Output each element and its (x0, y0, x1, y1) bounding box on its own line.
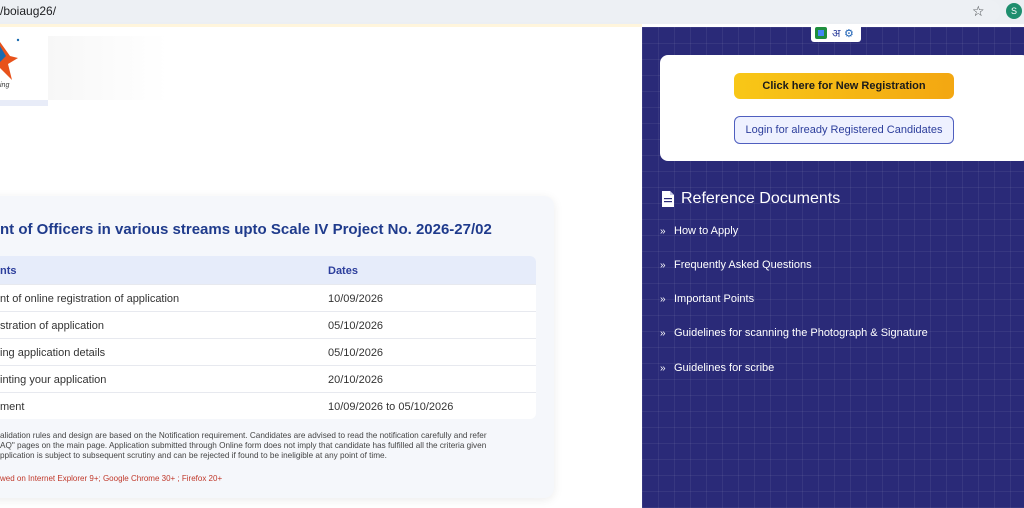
browser-compatibility-note: wed on Internet Explorer 9+; Google Chro… (0, 474, 223, 483)
event-cell: inting your application (0, 374, 107, 386)
table-row: nt of online registration of application… (0, 284, 536, 311)
ref-link-how-to-apply[interactable]: » How to Apply (660, 225, 738, 237)
disclaimer-note: alidation rules and design are based on … (0, 431, 540, 462)
url-field[interactable]: /boiaug26/ (0, 0, 1000, 22)
note-line: AQ" pages on the main page. Application … (0, 441, 487, 451)
event-cell: ing application details (0, 347, 106, 359)
reference-documents-heading: Reference Documents (681, 190, 841, 207)
bank-logo-icon (0, 38, 20, 80)
logo-tagline: ing (0, 82, 10, 89)
date-cell: 20/10/2026 (328, 374, 384, 386)
url-text: /boiaug26/ (0, 4, 57, 18)
bookmark-star-icon[interactable]: ☆ (972, 3, 985, 20)
page-title: nt of Officers in various streams upto S… (0, 221, 492, 238)
ref-link-faq[interactable]: » Frequently Asked Questions (660, 259, 812, 271)
ref-link-important-points[interactable]: » Important Points (660, 293, 754, 305)
ref-link-label: Frequently Asked Questions (674, 259, 812, 271)
event-cell: nt of online registration of application (0, 293, 180, 305)
ref-link-label: How to Apply (674, 225, 739, 237)
date-cell: 05/10/2026 (328, 320, 384, 332)
header-strip (0, 24, 642, 27)
chevron-double-right-icon: » (660, 226, 666, 237)
table-row: stration of application 05/10/2026 (0, 311, 536, 338)
date-cell: 05/10/2026 (328, 347, 384, 359)
ref-link-scanning-guidelines[interactable]: » Guidelines for scanning the Photograph … (660, 327, 928, 339)
table-header: nts Dates (0, 256, 536, 284)
hindi-language-toggle[interactable]: अ (832, 27, 840, 41)
chevron-double-right-icon: » (660, 363, 666, 374)
new-registration-button[interactable]: Click here for New Registration (734, 73, 954, 99)
document-icon (662, 191, 674, 207)
note-line: alidation rules and design are based on … (0, 431, 487, 440)
event-cell: stration of application (0, 320, 104, 332)
chevron-double-right-icon: » (660, 328, 666, 339)
column-header-events: nts (0, 265, 17, 277)
note-line: pplication is subject to subsequent scru… (0, 451, 387, 461)
logo-shadow (48, 36, 168, 100)
translate-icon[interactable] (815, 27, 827, 43)
table-row: ing application details 05/10/2026 (0, 338, 536, 365)
ref-link-label: Guidelines for scribe (674, 362, 775, 374)
chevron-double-right-icon: » (660, 260, 666, 271)
date-cell: 10/09/2026 (328, 293, 384, 305)
table-row: inting your application 20/10/2026 (0, 365, 536, 392)
profile-avatar[interactable]: S (1006, 3, 1022, 19)
important-dates-table: nts Dates nt of online registration of a… (0, 256, 536, 419)
browser-address-bar: /boiaug26/ ☆ S (0, 0, 1024, 24)
registration-box (660, 55, 1024, 161)
accessibility-toolbar: अ ⚙ (811, 27, 861, 42)
ref-link-label: Important Points (674, 293, 755, 305)
chevron-double-right-icon: » (660, 294, 666, 305)
ref-link-label: Guidelines for scanning the Photograph &… (674, 327, 928, 339)
login-registered-button[interactable]: Login for already Registered Candidates (734, 116, 954, 144)
date-cell: 10/09/2026 to 05/10/2026 (328, 401, 454, 413)
column-header-dates: Dates (328, 265, 358, 277)
event-cell: ment (0, 401, 25, 413)
gear-icon[interactable]: ⚙ (844, 27, 854, 41)
ref-link-scribe-guidelines[interactable]: » Guidelines for scribe (660, 362, 774, 374)
table-row: ment 10/09/2026 to 05/10/2026 (0, 392, 536, 419)
